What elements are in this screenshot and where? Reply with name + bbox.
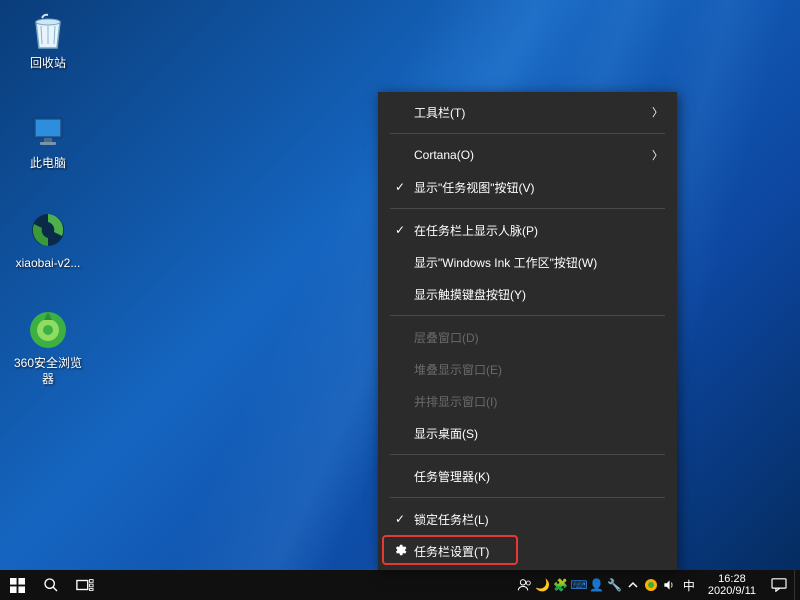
system-tray: 🌙 🧩 ⌨ 👤 🔧 中 16:28 2020/9/11 (516, 570, 800, 600)
xiaobai-icon (26, 208, 70, 252)
desktop-icon-360-browser[interactable]: 360安全浏览器 (10, 308, 86, 387)
menu-item-show-desktop[interactable]: 显示桌面(S) (378, 417, 677, 449)
menu-item-label: Cortana(O) (412, 148, 652, 162)
desktop-icon-label: xiaobai-v2... (16, 256, 81, 272)
menu-item-show-task-view[interactable]: ✓ 显示"任务视图"按钮(V) (378, 171, 677, 203)
menu-item-label: 显示"任务视图"按钮(V) (412, 179, 663, 196)
people-button[interactable] (516, 570, 534, 600)
desktop-icon-label: 回收站 (30, 56, 66, 72)
this-pc-icon (26, 108, 70, 152)
tray-ime-indicator[interactable]: 中 (678, 570, 700, 600)
menu-item-show-touch-keyboard[interactable]: 显示触摸键盘按钮(Y) (378, 278, 677, 310)
menu-item-label: 堆叠显示窗口(E) (412, 361, 663, 378)
menu-item-label: 在任务栏上显示人脉(P) (412, 222, 663, 239)
menu-item-lock-taskbar[interactable]: ✓ 锁定任务栏(L) (378, 503, 677, 535)
task-view-button[interactable] (68, 570, 102, 600)
taskbar-context-menu: 工具栏(T) 〉 Cortana(O) 〉 ✓ 显示"任务视图"按钮(V) ✓ … (378, 92, 677, 570)
menu-item-taskbar-settings[interactable]: 任务栏设置(T) (378, 535, 677, 567)
menu-item-cascade: 层叠窗口(D) (378, 321, 677, 353)
gear-icon (388, 543, 412, 560)
desktop-icon-xiaobai[interactable]: xiaobai-v2... (10, 208, 86, 272)
desktop-icon-label: 360安全浏览器 (10, 356, 86, 387)
start-button[interactable] (0, 570, 34, 600)
menu-item-show-ink[interactable]: 显示"Windows Ink 工作区"按钮(W) (378, 246, 677, 278)
desktop-icon-this-pc[interactable]: 此电脑 (10, 108, 86, 172)
taskbar-clock[interactable]: 16:28 2020/9/11 (700, 573, 764, 597)
recycle-bin-icon (26, 8, 70, 52)
ime-label: 中 (683, 577, 695, 594)
chevron-right-icon: 〉 (652, 104, 663, 120)
notification-icon (771, 578, 787, 592)
search-button[interactable] (34, 570, 68, 600)
menu-item-label: 显示桌面(S) (412, 425, 663, 442)
360-browser-icon (26, 308, 70, 352)
menu-item-label: 工具栏(T) (412, 104, 652, 121)
tray-chevron-up[interactable] (624, 570, 642, 600)
menu-item-cortana[interactable]: Cortana(O) 〉 (378, 139, 677, 171)
people-icon (517, 577, 533, 593)
clock-date: 2020/9/11 (708, 585, 756, 597)
task-view-icon (76, 578, 94, 592)
tray-icon-wrench[interactable]: 🔧 (606, 570, 624, 600)
taskbar: 🌙 🧩 ⌨ 👤 🔧 中 16:28 2020/9/11 (0, 570, 800, 600)
check-icon: ✓ (388, 512, 412, 526)
menu-item-label: 层叠窗口(D) (412, 329, 663, 346)
desktop-icon-recycle-bin[interactable]: 回收站 (10, 8, 86, 72)
tray-icon-person[interactable]: 👤 (588, 570, 606, 600)
menu-item-label: 显示触摸键盘按钮(Y) (412, 286, 663, 303)
windows-logo-icon (10, 578, 25, 593)
tray-icon-moon[interactable]: 🌙 (534, 570, 552, 600)
menu-item-label: 并排显示窗口(I) (412, 393, 663, 410)
tray-icon-jigsaw[interactable]: 🧩 (552, 570, 570, 600)
clock-time: 16:28 (708, 573, 756, 585)
desktop-icon-label: 此电脑 (30, 156, 66, 172)
menu-separator (390, 497, 665, 498)
menu-item-task-manager[interactable]: 任务管理器(K) (378, 460, 677, 492)
chevron-up-icon (628, 580, 638, 590)
check-icon: ✓ (388, 180, 412, 194)
chevron-right-icon: 〉 (652, 147, 663, 163)
menu-item-toolbars[interactable]: 工具栏(T) 〉 (378, 96, 677, 128)
menu-item-label: 任务栏设置(T) (412, 543, 663, 560)
tray-icon-360[interactable] (642, 570, 660, 600)
menu-item-label: 锁定任务栏(L) (412, 511, 663, 528)
check-icon: ✓ (388, 223, 412, 237)
menu-item-side-by-side: 并排显示窗口(I) (378, 385, 677, 417)
action-center-button[interactable] (764, 570, 794, 600)
tray-icon-keyboard[interactable]: ⌨ (570, 570, 588, 600)
volume-icon (662, 578, 676, 592)
search-icon (43, 577, 59, 593)
menu-item-stacked: 堆叠显示窗口(E) (378, 353, 677, 385)
menu-item-label: 显示"Windows Ink 工作区"按钮(W) (412, 254, 663, 271)
menu-separator (390, 454, 665, 455)
tray-icon-volume[interactable] (660, 570, 678, 600)
menu-separator (390, 315, 665, 316)
menu-separator (390, 133, 665, 134)
show-desktop-button[interactable] (794, 570, 800, 600)
menu-item-label: 任务管理器(K) (412, 468, 663, 485)
menu-separator (390, 208, 665, 209)
menu-item-show-people[interactable]: ✓ 在任务栏上显示人脉(P) (378, 214, 677, 246)
